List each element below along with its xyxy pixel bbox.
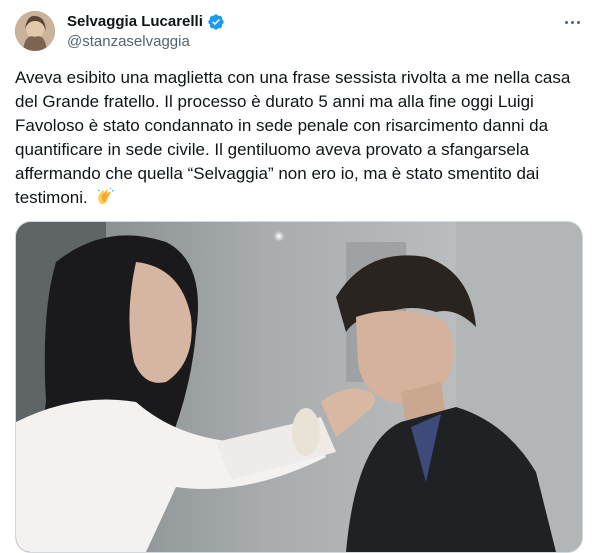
- more-horizontal-icon: [564, 20, 568, 24]
- more-options-button[interactable]: [559, 12, 585, 32]
- tweet-card[interactable]: Selvaggia Lucarelli @stanzaselvaggia Ave…: [0, 0, 603, 553]
- author-handle[interactable]: @stanzaselvaggia: [67, 32, 190, 52]
- photo-two-people-icon: [16, 222, 582, 552]
- avatar[interactable]: [15, 11, 55, 51]
- clapping-hands-emoji: [98, 187, 115, 205]
- tweet-text-container: Aveva esibito una maglietta con una fras…: [15, 66, 590, 210]
- author-name-row[interactable]: Selvaggia Lucarelli: [67, 12, 225, 32]
- avatar-photo-icon: [15, 11, 55, 51]
- display-name[interactable]: Selvaggia Lucarelli: [67, 12, 203, 32]
- tweet-media-image[interactable]: [15, 221, 583, 553]
- verified-badge-icon: [208, 14, 224, 30]
